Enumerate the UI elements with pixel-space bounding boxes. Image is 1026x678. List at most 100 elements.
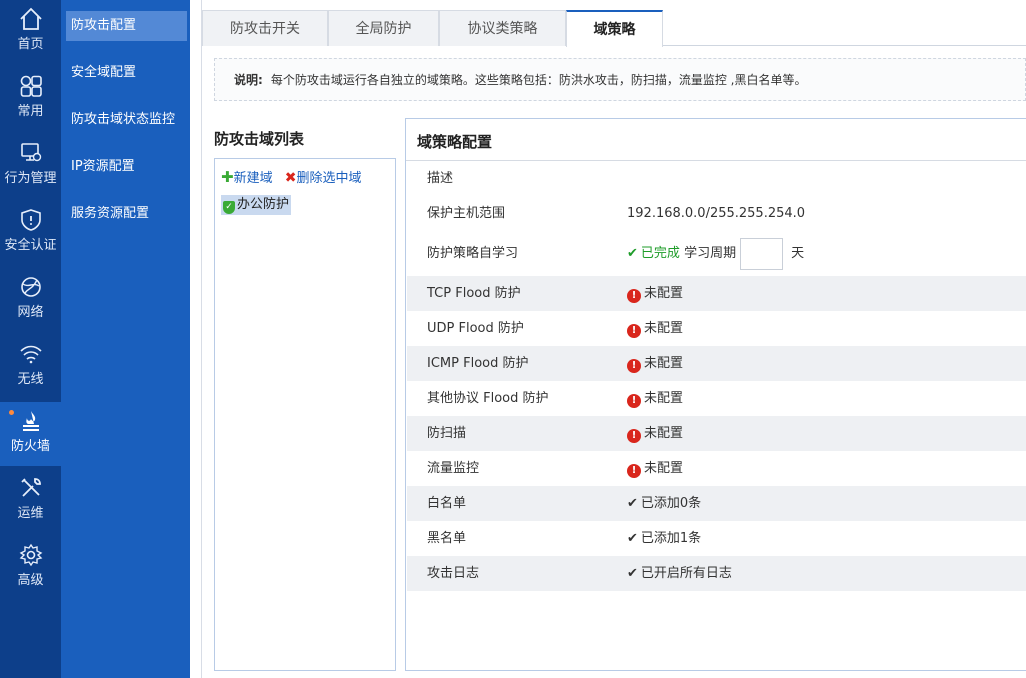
- row-label: TCP Flood 防护: [427, 286, 521, 301]
- domain-list-item[interactable]: ✓ 办公防护: [221, 195, 292, 215]
- row-label: 攻击日志: [427, 566, 480, 581]
- delete-domain-button[interactable]: ✖删除选中域: [277, 170, 362, 186]
- nav-item-label: 行为管理: [4, 171, 57, 186]
- nav-item-common[interactable]: 常用: [0, 67, 61, 131]
- domain-list-panel: ✚新建域 ✖删除选中域 ✓ 办公防护: [214, 158, 396, 671]
- nav-item-label: 运维: [17, 506, 44, 521]
- status-link[interactable]: ! 未配置: [627, 381, 683, 416]
- row-label: 其他协议 Flood 防护: [427, 391, 549, 406]
- error-icon: !: [627, 324, 641, 338]
- row-label: 防扫描: [427, 426, 467, 441]
- status-text: 未配置: [644, 356, 684, 371]
- policy-row-udp-flood: UDP Flood 防护 ! 未配置: [407, 311, 1026, 346]
- period-unit: 天: [791, 246, 805, 261]
- nav-item-wireless[interactable]: 无线: [0, 335, 61, 399]
- policy-row-tcp-flood: TCP Flood 防护 ! 未配置: [407, 276, 1026, 311]
- policy-row-self-learning: 防护策略自学习 ✔ 已完成 学习周期 天: [407, 231, 1026, 276]
- nav-item-firewall[interactable]: 防火墙: [0, 402, 61, 466]
- active-dot: [9, 410, 14, 415]
- status-link[interactable]: ! 未配置: [627, 276, 683, 311]
- status-text: 已开启所有日志: [640, 566, 732, 581]
- status-text: 未配置: [644, 426, 684, 441]
- row-label: 描述: [427, 171, 454, 186]
- status-link[interactable]: ! 未配置: [627, 416, 683, 451]
- sub-nav-ip-resource[interactable]: IP资源配置: [66, 152, 187, 182]
- error-icon: !: [627, 464, 641, 478]
- delete-x-icon: ✖: [284, 170, 297, 186]
- nav-item-security-auth[interactable]: 安全认证: [0, 201, 61, 265]
- domain-item-label: 办公防护: [237, 197, 290, 212]
- status-link[interactable]: ! 未配置: [627, 346, 683, 381]
- policy-row-anti-scan: 防扫描 ! 未配置: [407, 416, 1026, 451]
- tab-domain-policy[interactable]: 域策略: [566, 10, 663, 47]
- row-label: 保护主机范围: [427, 206, 506, 221]
- tab-attack-switch[interactable]: 防攻击开关: [202, 10, 328, 46]
- gear-icon: [19, 543, 42, 567]
- domain-list-title: 防攻击域列表: [214, 130, 305, 148]
- tab-protocol-policy[interactable]: 协议类策略: [439, 10, 566, 46]
- policy-row-other-flood: 其他协议 Flood 防护 ! 未配置: [407, 381, 1026, 416]
- nav-item-label: 无线: [17, 372, 44, 387]
- check-icon: ✔: [627, 531, 638, 546]
- sub-nav: 防攻击配置 安全域配置 防攻击域状态监控 IP资源配置 服务资源配置: [61, 0, 190, 678]
- nav-item-ops[interactable]: 运维: [0, 469, 61, 533]
- status-text: 未配置: [644, 286, 684, 301]
- error-icon: !: [627, 289, 641, 303]
- sub-nav-service-resource[interactable]: 服务资源配置: [66, 199, 187, 229]
- nav-item-home[interactable]: 首页: [0, 0, 61, 64]
- row-label: 流量监控: [427, 461, 480, 476]
- policy-row-whitelist: 白名单 ✔ 已添加0条: [407, 486, 1026, 521]
- status-link[interactable]: ✔ 已添加0条: [627, 486, 701, 521]
- note-label: 说明:: [234, 73, 263, 87]
- self-learning-status: 已完成: [640, 246, 680, 261]
- behavior-monitor-icon: [20, 143, 41, 162]
- row-label: UDP Flood 防护: [427, 321, 524, 336]
- nav-item-label: 高级: [17, 573, 44, 588]
- policy-row-description: 描述: [407, 161, 1026, 196]
- nav-item-behavior[interactable]: 行为管理: [0, 134, 61, 198]
- status-text: 已添加0条: [640, 496, 702, 511]
- check-icon: ✔: [627, 496, 638, 511]
- home-icon: [19, 7, 42, 30]
- nav-item-label: 安全认证: [4, 238, 57, 253]
- apps-icon: [20, 75, 42, 97]
- firewall-icon: [22, 411, 39, 431]
- sub-nav-domain-monitor[interactable]: 防攻击域状态监控: [66, 105, 187, 135]
- policy-row-blacklist: 黑名单 ✔ 已添加1条: [407, 521, 1026, 556]
- nav-item-label: 防火墙: [10, 439, 50, 454]
- main-nav: 首页 常用 行为管理 安全认证 网络 无线 防火墙 运维 高级: [0, 0, 61, 678]
- check-icon: ✔: [627, 566, 638, 581]
- policy-row-traffic-monitor: 流量监控 ! 未配置: [407, 451, 1026, 486]
- nav-item-network[interactable]: 网络: [0, 268, 61, 332]
- status-link[interactable]: ✔ 已添加1条: [627, 521, 701, 556]
- nav-item-label: 网络: [17, 305, 44, 320]
- policy-row-attack-log: 攻击日志 ✔ 已开启所有日志: [407, 556, 1026, 591]
- row-label: 黑名单: [427, 531, 467, 546]
- row-label: ICMP Flood 防护: [427, 356, 529, 371]
- new-domain-label: 新建域: [233, 171, 273, 186]
- error-icon: !: [627, 429, 641, 443]
- learning-period-input[interactable]: [740, 237, 784, 270]
- policy-config-panel: 域策略配置 描述 保护主机范围 192.168.0.0/255.255.254.…: [405, 118, 1026, 671]
- sub-nav-security-domain[interactable]: 安全域配置: [66, 58, 187, 88]
- row-label: 防护策略自学习: [427, 246, 519, 261]
- nav-item-label: 常用: [17, 104, 44, 119]
- status-link[interactable]: ✔ 已开启所有日志: [627, 556, 732, 591]
- shield-alert-icon: [20, 209, 41, 231]
- nav-item-advanced[interactable]: 高级: [0, 536, 61, 600]
- period-label: 学习周期: [684, 246, 737, 261]
- status-link[interactable]: ! 未配置: [627, 311, 683, 346]
- policy-config-title: 域策略配置: [417, 133, 493, 151]
- note-text: 每个防攻击域运行各自独立的域策略。这些策略包括：防洪水攻击，防扫描，流量监控 ,…: [270, 73, 807, 87]
- sub-nav-attack-config[interactable]: 防攻击配置: [66, 11, 187, 41]
- host-range-value: 192.168.0.0/255.255.254.0: [627, 206, 806, 221]
- globe-icon: [20, 277, 41, 297]
- tab-global-protection[interactable]: 全局防护: [328, 10, 439, 46]
- self-learning-value: ✔ 已完成 学习周期 天: [627, 231, 804, 276]
- tab-bar: 防攻击开关 全局防护 协议类策略 域策略: [202, 10, 1026, 47]
- new-domain-button[interactable]: ✚新建域: [221, 168, 273, 186]
- delete-domain-label: 删除选中域: [296, 171, 362, 186]
- status-link[interactable]: ! 未配置: [627, 451, 683, 486]
- error-icon: !: [627, 359, 641, 373]
- nav-item-label: 首页: [17, 37, 44, 52]
